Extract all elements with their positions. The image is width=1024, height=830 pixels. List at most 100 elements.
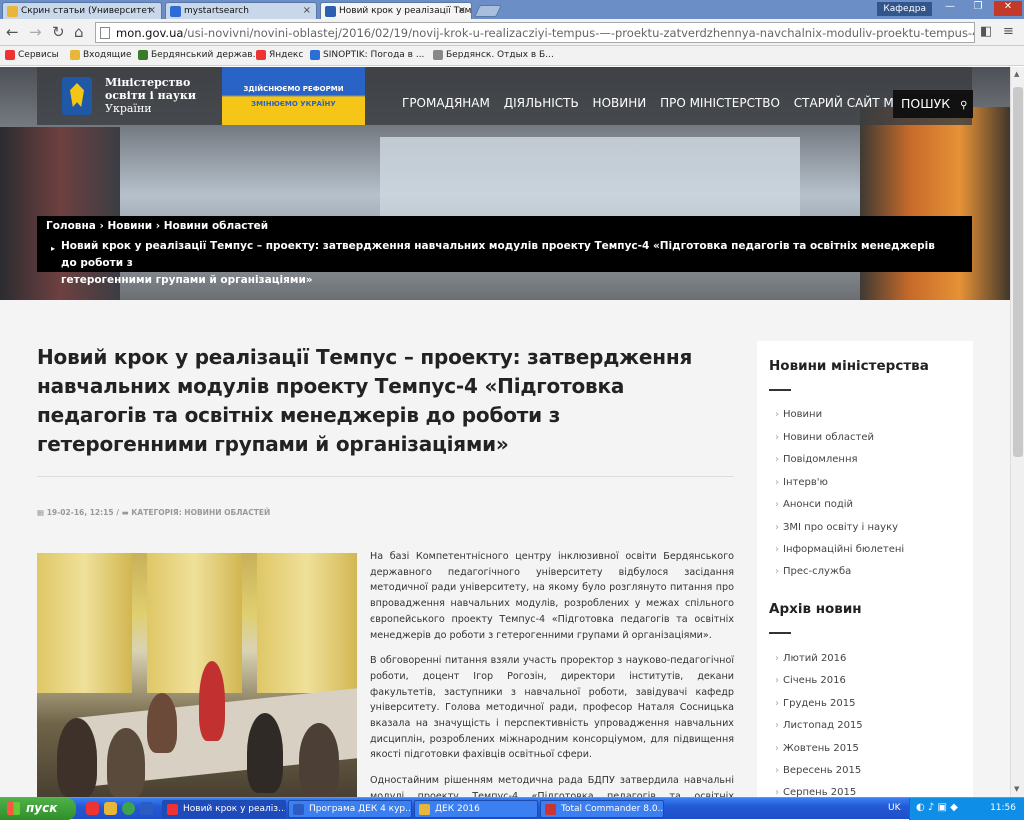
close-icon[interactable]: × <box>458 5 466 16</box>
reload-icon[interactable]: ↻ <box>52 23 65 41</box>
bookmark-item[interactable]: Яндекс <box>256 50 303 60</box>
forward-icon[interactable]: → <box>29 23 42 41</box>
sidebar-news-title: Новини міністерства <box>769 358 929 374</box>
start-button[interactable]: пуск <box>0 798 76 820</box>
archive-item[interactable]: Вересень 2015 <box>775 765 861 776</box>
address-bar[interactable]: mon.gov.ua/usi-novivni/novini-oblastej/2… <box>95 22 975 43</box>
university-icon <box>138 50 148 60</box>
bookmark-item[interactable]: Бердянський держав... <box>138 50 261 60</box>
article-paragraph: На базі Компетентнісного центру інклюзив… <box>370 551 734 641</box>
language-indicator[interactable]: UK <box>888 803 901 813</box>
archive-item[interactable]: Жовтень 2015 <box>775 743 859 754</box>
taskbar-window[interactable]: Новий крок у реаліз... <box>162 800 286 818</box>
breadcrumb-current-line1: Новий крок у реалізації Темпус – проекту… <box>61 240 935 269</box>
sidebar-item-regional-news[interactable]: Новини областей <box>775 432 874 443</box>
sidebar-item-media[interactable]: ЗМІ про освіту і науку <box>775 522 898 533</box>
breadcrumb-regional[interactable]: Новини областей <box>164 220 268 232</box>
search-label: ПОШУК <box>901 96 951 111</box>
chrome-icon <box>167 804 178 815</box>
search-button[interactable]: ПОШУК ⚲ <box>893 90 973 118</box>
page-icon <box>433 50 443 60</box>
apps-icon <box>5 50 15 60</box>
nav-activity[interactable]: ДІЯЛЬНІСТЬ <box>504 96 579 110</box>
bookmark-label: Входящие <box>83 50 132 60</box>
ministry-line3: України <box>105 102 152 115</box>
breadcrumb-news[interactable]: Новини <box>107 220 152 232</box>
minimize-icon[interactable]: — <box>936 1 964 16</box>
home-icon[interactable]: ⌂ <box>74 23 84 41</box>
browser-tab[interactable]: mystartsearch × <box>165 2 317 19</box>
sidebar-underline <box>769 389 791 391</box>
archive-item[interactable]: Листопад 2015 <box>775 720 863 731</box>
sidebar-item-announcements[interactable]: Повідомлення <box>775 454 858 465</box>
archive-item[interactable]: Лютий 2016 <box>775 653 846 664</box>
close-window-icon[interactable]: ✕ <box>994 1 1022 16</box>
breadcrumb-separator: › <box>155 220 164 232</box>
breadcrumb: Головна › Новини › Новини областей ▸ Нов… <box>37 216 972 286</box>
browser-tab-strip: Скрин статьи (Университет × mystartsearc… <box>0 0 1024 19</box>
person-figure <box>107 728 145 797</box>
article-photo[interactable] <box>37 553 357 797</box>
calendar-icon: ▦ <box>37 508 45 517</box>
taskbar-window[interactable]: Total Commander 8.0... <box>540 800 664 818</box>
new-tab-button[interactable] <box>474 5 502 17</box>
article-category[interactable]: КАТЕГОРІЯ: НОВИНИ ОБЛАСТЕЙ <box>131 508 270 517</box>
chrome-icon[interactable] <box>122 802 135 815</box>
sidebar-item-events[interactable]: Анонси подій <box>775 499 853 510</box>
mail-icon <box>7 6 18 17</box>
browser-tab[interactable]: Скрин статьи (Университет × <box>2 2 162 19</box>
back-icon[interactable]: ← <box>6 23 19 41</box>
quicklaunch-icon[interactable] <box>104 802 117 815</box>
browser-tab-active[interactable]: Новий крок у реалізації Темп × <box>320 2 472 19</box>
breadcrumb-home[interactable]: Головна <box>46 220 96 232</box>
taskbar-window[interactable]: Програма ДЕК 4 кур... <box>288 800 412 818</box>
bookmark-label: Яндекс <box>269 50 304 60</box>
ministry-logo-text[interactable]: Міністерство освіти і науки України <box>105 76 196 115</box>
nav-about[interactable]: ПРО МІНІСТЕРСТВО <box>660 96 780 110</box>
taskbar-window-label: Новий крок у реаліз... <box>183 804 286 814</box>
article-meta: ▦ 19-02-16, 12:15 / ▬ КАТЕГОРІЯ: НОВИНИ … <box>37 508 270 517</box>
sidebar-item-news[interactable]: Новини <box>775 409 822 420</box>
sidebar-item-interview[interactable]: Інтерв'ю <box>775 477 828 488</box>
scroll-down-icon[interactable]: ▼ <box>1014 785 1019 793</box>
taskbar-window[interactable]: ДЕК 2016 <box>414 800 538 818</box>
restore-icon[interactable]: ❐ <box>964 1 992 16</box>
person-figure <box>199 661 225 741</box>
close-icon[interactable]: × <box>148 5 156 16</box>
user-profile-badge[interactable]: Кафедра <box>877 2 932 16</box>
person-figure <box>299 723 339 797</box>
bookmark-label: Сервисы <box>18 50 59 60</box>
bookmark-item[interactable]: Входящие <box>70 50 132 60</box>
scrollbar-thumb[interactable] <box>1013 87 1023 457</box>
bookmark-item[interactable]: Бердянск. Отдых в Б... <box>433 50 554 60</box>
extension-icon[interactable]: ◧ <box>980 24 992 39</box>
scroll-up-icon[interactable]: ▲ <box>1014 70 1019 78</box>
sidebar-item-bulletins[interactable]: Інформаційні бюлетені <box>775 544 904 555</box>
reform-banner[interactable]: ЗДІЙСНЮЄМО РЕФОРМИ ЗМІНЮЄМО УКРАЇНУ <box>222 67 365 125</box>
person-figure <box>57 718 97 797</box>
bookmark-item[interactable]: SINOPTIK: Погода в ... <box>310 50 424 60</box>
coat-of-arms-icon[interactable] <box>62 77 92 115</box>
breadcrumb-current-line2: гетерогенними групами й організаціями» <box>61 274 313 286</box>
quicklaunch-icon[interactable] <box>86 802 99 815</box>
archive-item[interactable]: Грудень 2015 <box>775 698 856 709</box>
person-figure <box>147 693 177 753</box>
menu-icon[interactable]: ≡ <box>1003 24 1014 39</box>
bookmark-item[interactable]: Сервисы <box>5 50 59 60</box>
bookmark-label: Бердянський держав... <box>151 50 262 60</box>
page-scrollbar[interactable]: ▲ ▼ <box>1010 67 1024 797</box>
tray-icons[interactable]: ◐ ♪ ▣ ◆ <box>916 802 958 813</box>
page-icon <box>100 27 110 39</box>
clock[interactable]: 11:56 <box>990 803 1016 813</box>
quicklaunch-icon[interactable] <box>140 802 153 815</box>
nav-citizens[interactable]: ГРОМАДЯНАМ <box>402 96 490 110</box>
nav-news[interactable]: НОВИНИ <box>593 96 647 110</box>
banner-line2: ЗМІНЮЄМО УКРАЇНУ <box>251 100 336 108</box>
article-title: Новий крок у реалізації Темпус – проекту… <box>37 345 693 456</box>
mon-icon <box>325 6 336 17</box>
archive-item[interactable]: Січень 2016 <box>775 675 846 686</box>
close-icon[interactable]: × <box>303 5 311 16</box>
article-date: 19-02-16, 12:15 <box>46 508 114 517</box>
sidebar-archive-title: Архів новин <box>769 601 862 617</box>
sidebar-item-press[interactable]: Прес-служба <box>775 566 851 577</box>
